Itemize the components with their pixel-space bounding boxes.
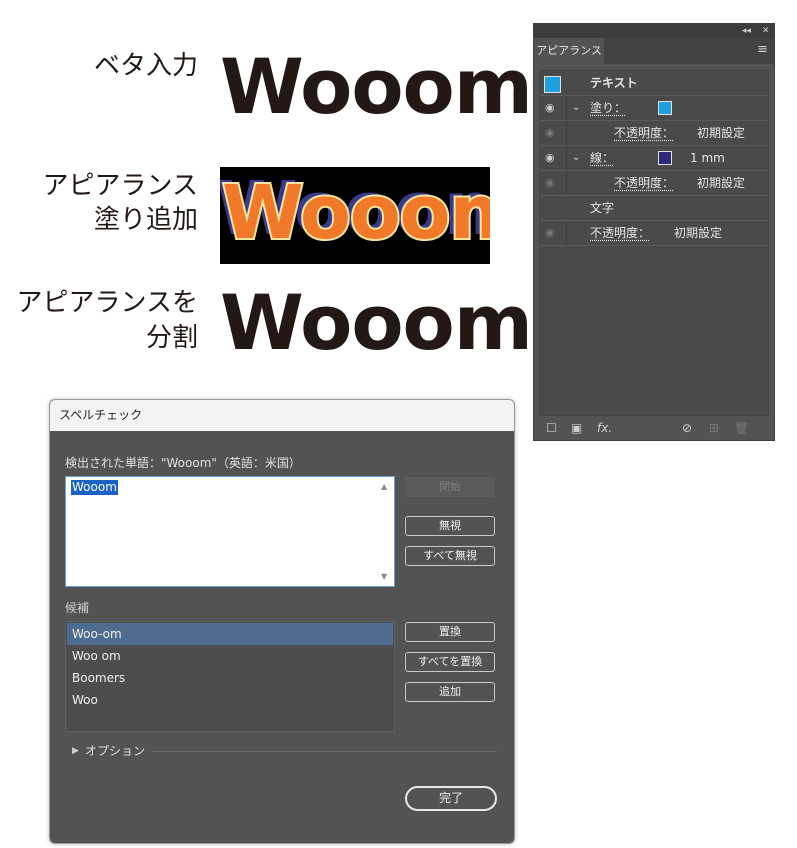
row-divider: [566, 171, 567, 195]
specimen-label-plain: ベタ入力: [93, 51, 198, 81]
appearance-row-opacity[interactable]: ◉ 不透明度： 初期設定: [540, 221, 768, 246]
list-item[interactable]: Woo-om: [67, 623, 393, 645]
detected-word-selection[interactable]: Wooom: [71, 480, 118, 495]
start-button[interactable]: 開始: [405, 477, 495, 497]
visibility-eye-icon[interactable]: ◉: [545, 96, 555, 120]
disclosure-triangle-icon: ▶: [72, 746, 79, 756]
specimen-word-plain: Wooom: [220, 42, 533, 131]
collapse-panel-icon[interactable]: ◂◂: [742, 24, 751, 38]
scrollbar[interactable]: ▲ ▼: [379, 478, 393, 585]
stroke-weight-value: 1 mm: [690, 151, 725, 165]
opacity-value: 初期設定: [697, 126, 746, 140]
appearance-list: テキスト ◉ ⌄ 塗り： ◉ 不透明度： 初期設定 ◉ ⌄ 線： 1 mm ◉: [539, 70, 769, 416]
appearance-row-text-label: テキスト: [590, 76, 638, 90]
characters-label: 文字: [590, 201, 615, 215]
stroke-swatch[interactable]: [658, 151, 672, 165]
row-divider: [566, 221, 567, 245]
spellcheck-dialog: スペルチェック 検出された単語："Wooom"（英語：米国） Wooom ▲ ▼…: [49, 399, 515, 844]
appearance-row-text[interactable]: テキスト: [540, 71, 768, 96]
ignore-button[interactable]: 無視: [405, 516, 495, 536]
close-panel-icon[interactable]: ✕: [762, 24, 770, 38]
specimen-label-appearance-fill-2: 塗り追加: [93, 205, 198, 235]
options-divider: [152, 751, 497, 752]
specimen-label-appearance-fill-1: アピアランス: [42, 171, 198, 201]
duplicate-item-icon: ⊞: [709, 421, 720, 435]
appearance-row-fill-opacity[interactable]: ◉ 不透明度： 初期設定: [540, 121, 768, 146]
specimen-word-expanded: Wooom: [220, 278, 533, 367]
panel-footer: ☐ ▣ fx. ⊘ ⊞ 🗑: [534, 418, 774, 440]
add-new-fill-icon[interactable]: ▣: [571, 420, 582, 436]
specimen-label-expand-2: 分割: [145, 323, 198, 353]
detected-word-field[interactable]: Wooom ▲ ▼: [65, 476, 395, 587]
appearance-panel: ◂◂ ✕ アピアランス ≡ テキスト ◉ ⌄ 塗り： ◉ 不透明度： 初期設定 …: [533, 23, 775, 441]
appearance-row-characters[interactable]: 文字: [540, 196, 768, 221]
stroke-label[interactable]: 線：: [590, 146, 614, 170]
scroll-down-icon[interactable]: ▼: [381, 572, 387, 581]
opacity-value: 初期設定: [674, 226, 723, 240]
text-thumbnail-icon: [544, 76, 561, 93]
visibility-eye-icon[interactable]: ◉: [545, 146, 555, 170]
visibility-eye-icon[interactable]: ◉: [545, 121, 555, 145]
add-new-stroke-icon[interactable]: ☐: [546, 420, 557, 436]
appearance-row-fill[interactable]: ◉ ⌄ 塗り：: [540, 96, 768, 121]
row-divider: [566, 121, 567, 145]
tab-appearance[interactable]: アピアランス: [534, 38, 604, 64]
list-item[interactable]: Woo om: [67, 645, 393, 667]
trash-icon: 🗑: [734, 421, 750, 435]
chevron-down-icon[interactable]: ⌄: [572, 146, 580, 170]
dialog-title: スペルチェック: [50, 400, 514, 431]
row-divider: [566, 96, 567, 120]
opacity-label[interactable]: 不透明度：: [590, 221, 650, 245]
row-divider: [566, 146, 567, 170]
specimen-label-expand-1: アピアランスを: [16, 288, 198, 318]
list-item[interactable]: Woo: [67, 689, 393, 711]
panel-tab-row: アピアランス ≡: [534, 38, 774, 64]
specimen-word-fill: Wooom: [220, 168, 490, 258]
clear-appearance-icon[interactable]: ⊘: [682, 420, 692, 436]
visibility-eye-icon[interactable]: ◉: [545, 171, 555, 195]
visibility-eye-icon[interactable]: ◉: [545, 221, 555, 245]
done-button[interactable]: 完了: [405, 786, 497, 811]
add-effect-icon[interactable]: fx.: [597, 420, 612, 436]
specimen-appearance-fill-box: Wooom Wooom: [220, 167, 490, 264]
list-item[interactable]: Boomers: [67, 667, 393, 689]
add-button[interactable]: 追加: [405, 682, 495, 702]
opacity-label[interactable]: 不透明度：: [614, 171, 674, 195]
suggestions-list[interactable]: Woo-om Woo om Boomers Woo: [65, 621, 395, 732]
appearance-row-stroke-opacity[interactable]: ◉ 不透明度： 初期設定: [540, 171, 768, 196]
options-disclosure[interactable]: ▶ オプション: [72, 743, 152, 761]
options-label: オプション: [85, 744, 146, 758]
opacity-label[interactable]: 不透明度：: [614, 121, 674, 145]
replace-all-button[interactable]: すべてを置換: [405, 652, 495, 672]
detected-word-label: 検出された単語："Wooom"（英語：米国）: [65, 456, 301, 470]
chevron-down-icon[interactable]: ⌄: [572, 96, 580, 120]
replace-button[interactable]: 置換: [405, 622, 495, 642]
ignore-all-button[interactable]: すべて無視: [405, 546, 495, 566]
fill-swatch[interactable]: [658, 101, 672, 115]
opacity-value: 初期設定: [697, 176, 746, 190]
appearance-row-stroke[interactable]: ◉ ⌄ 線： 1 mm: [540, 146, 768, 171]
panel-titlebar: ◂◂ ✕: [534, 24, 774, 38]
panel-menu-icon[interactable]: ≡: [757, 43, 768, 57]
suggestions-label: 候補: [65, 601, 90, 615]
scroll-up-icon[interactable]: ▲: [381, 482, 387, 491]
fill-label[interactable]: 塗り：: [590, 96, 626, 120]
